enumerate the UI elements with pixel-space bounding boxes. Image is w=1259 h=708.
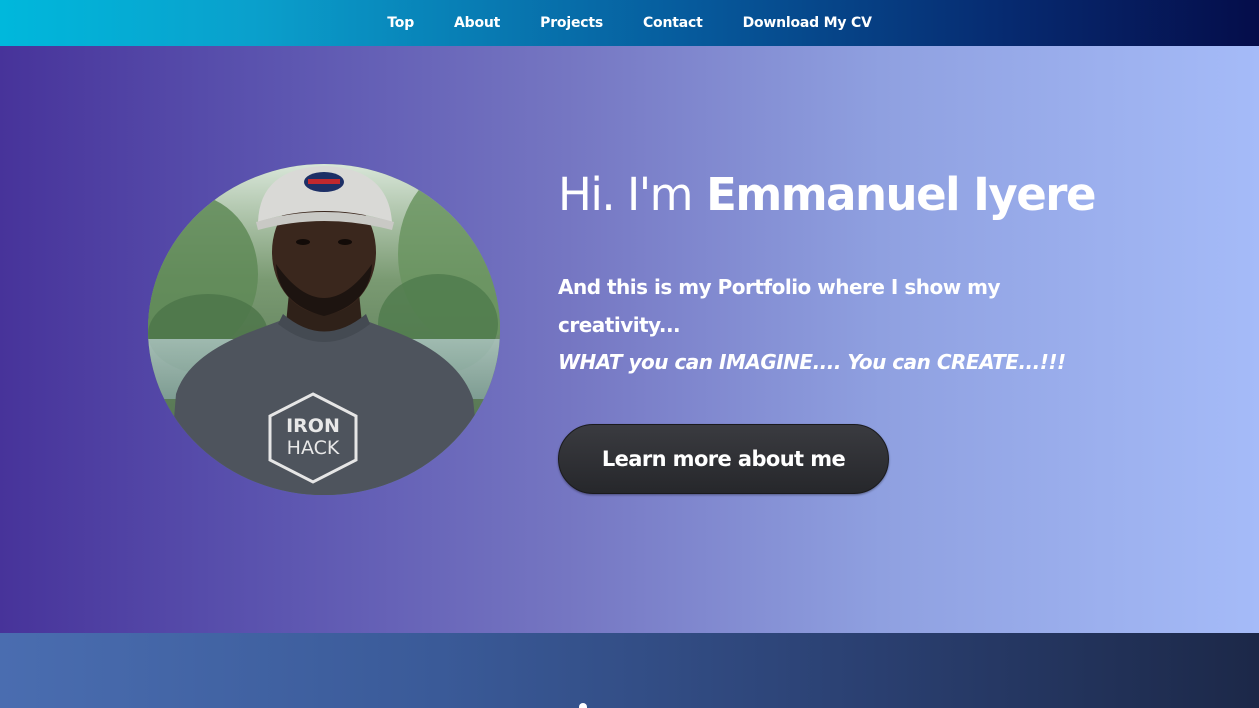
section-heading-fragment bbox=[579, 703, 587, 708]
hero-title: Hi. I'm Emmanuel Iyere bbox=[558, 164, 1096, 226]
learn-more-button[interactable]: Learn more about me bbox=[558, 424, 889, 494]
nav-link-contact[interactable]: Contact bbox=[643, 15, 703, 31]
nav-link-download-cv[interactable]: Download My CV bbox=[743, 15, 872, 31]
shirt-logo-line2: HACK bbox=[287, 437, 340, 459]
hero-name: Emmanuel Iyere bbox=[706, 168, 1096, 221]
nav-link-top[interactable]: Top bbox=[387, 15, 414, 31]
shirt-logo-line1: IRON bbox=[286, 415, 340, 437]
hero-tagline: WHAT you can IMAGINE.... You can CREATE.… bbox=[558, 350, 1066, 374]
next-section bbox=[0, 633, 1259, 708]
nav-link-about[interactable]: About bbox=[454, 15, 500, 31]
nav-link-projects[interactable]: Projects bbox=[540, 15, 603, 31]
hero-greeting: Hi. I'm bbox=[558, 168, 693, 221]
profile-photo: IRON HACK bbox=[148, 164, 500, 495]
hero-intro-text: And this is my Portfolio where I show my… bbox=[558, 275, 1001, 337]
hero-section: IRON HACK Hi. I'm Emmanuel Iyere And thi… bbox=[0, 46, 1259, 633]
top-navigation-bar: Top About Projects Contact Download My C… bbox=[0, 0, 1259, 46]
